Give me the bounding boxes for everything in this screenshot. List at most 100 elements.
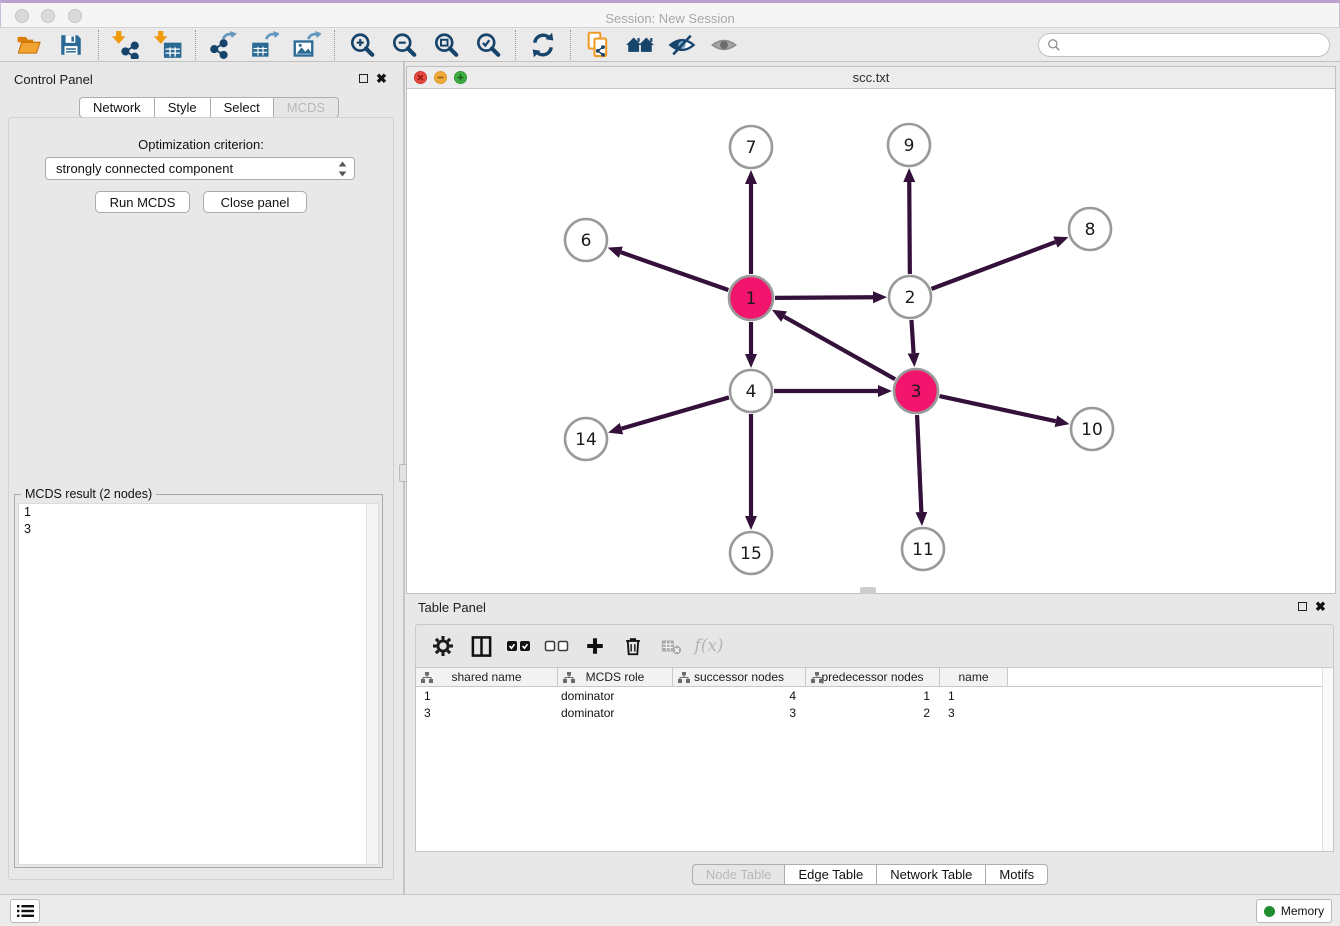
search-icon [1047,38,1061,52]
float-panel-icon[interactable] [359,74,368,83]
tree-icon [563,672,575,686]
table-toolbar: f(x) [415,624,1334,668]
column-header-predecessor-nodes[interactable]: predecessor nodes [806,668,940,686]
graph-edge-1-6[interactable] [621,252,728,290]
app-titlebar: Session: New Session [0,0,1340,28]
graph-edge-2-9[interactable] [909,182,910,274]
cell-predecessor-nodes: 2 [806,704,940,721]
graph-node-label-6: 6 [581,231,592,251]
table-row[interactable]: 3 dominator 3 2 3 [416,704,1333,721]
search-input[interactable] [1061,38,1311,52]
cell-mcds-role: dominator [558,704,673,721]
graph-node-label-14: 14 [575,430,597,450]
cell-name: 3 [940,704,1008,721]
close-table-panel-icon[interactable]: ✖ [1315,602,1326,611]
export-network-icon[interactable] [208,30,238,60]
tab-style[interactable]: Style [155,97,211,118]
graph-edge-1-2[interactable] [775,297,873,298]
status-bar: Memory [0,894,1340,926]
graph-node-label-2: 2 [905,288,916,308]
chevron-up-down-icon [338,161,347,180]
delete-column-icon[interactable] [619,632,647,660]
show-all-icon[interactable] [709,30,739,60]
mcds-result-group: MCDS result (2 nodes) 1 3 [14,494,383,868]
table-panel-window-buttons: ✖ [1298,602,1326,611]
tab-network[interactable]: Network [79,97,155,118]
close-panel-button[interactable]: Close panel [203,191,307,213]
add-column-icon[interactable] [581,632,609,660]
gear-icon[interactable] [429,632,457,660]
home-view-icon[interactable] [625,30,655,60]
tree-icon [421,672,433,686]
column-header-name[interactable]: name [940,668,1008,686]
network-graph: 7968124314101511 [407,89,1335,593]
network-canvas[interactable]: 7968124314101511 [407,89,1335,593]
cell-mcds-role: dominator [558,687,673,704]
float-table-panel-icon[interactable] [1298,602,1307,611]
criterion-dropdown-value: strongly connected component [56,161,233,176]
graph-edge-3-11[interactable] [917,415,921,512]
close-panel-icon[interactable]: ✖ [376,74,387,83]
graph-edge-2-8[interactable] [932,242,1056,289]
zoom-in-icon[interactable] [347,30,377,60]
tab-mcds[interactable]: MCDS [274,97,339,118]
delete-table-icon [657,632,685,660]
network-window-titlebar[interactable]: scc.txt [407,67,1335,89]
graph-edge-2-3[interactable] [911,320,913,353]
tab-motifs[interactable]: Motifs [986,864,1048,885]
hide-selected-icon[interactable] [667,30,697,60]
save-session-icon[interactable] [56,30,86,60]
import-table-icon[interactable] [153,30,183,60]
log-console-button[interactable] [10,899,40,923]
graph-node-label-15: 15 [740,544,762,564]
deselect-all-icon[interactable] [543,632,571,660]
export-image-icon[interactable] [292,30,322,60]
graph-edge-3-1[interactable] [784,317,895,380]
column-header-mcds-role[interactable]: MCDS role [558,668,673,686]
list-icon [17,904,34,918]
criterion-dropdown[interactable]: strongly connected component [45,157,355,180]
table-row[interactable]: 1 dominator 4 1 1 [416,687,1333,704]
mcds-result-textarea[interactable]: 1 3 [18,503,379,865]
run-mcds-button[interactable]: Run MCDS [95,191,190,213]
column-header-shared-name[interactable]: shared name [416,668,558,686]
select-all-icon[interactable] [505,632,533,660]
horizontal-divider-grip[interactable] [860,587,876,594]
table-scrollbar[interactable] [1322,668,1333,851]
graph-edge-4-14[interactable] [622,397,729,428]
tree-icon [811,672,823,686]
first-neighbors-icon[interactable] [583,30,613,60]
node-table: shared name MCDS role successor nodes pr… [415,668,1334,852]
refresh-icon[interactable] [528,30,558,60]
graph-edge-3-10[interactable] [939,396,1055,421]
column-header-successor-nodes[interactable]: successor nodes [673,668,806,686]
import-network-icon[interactable] [111,30,141,60]
open-session-icon[interactable] [14,30,44,60]
tab-select[interactable]: Select [211,97,274,118]
network-view-window: scc.txt 7968124314101511 [406,66,1336,594]
tab-network-table[interactable]: Network Table [877,864,986,885]
toolbar-separator [570,30,571,60]
columns-icon[interactable] [467,632,495,660]
window-title: Session: New Session [1,11,1339,26]
zoom-out-icon[interactable] [389,30,419,60]
search-field[interactable] [1038,33,1330,57]
graph-node-label-9: 9 [904,136,915,156]
memory-status-icon [1264,906,1275,917]
export-table-icon[interactable] [250,30,280,60]
graph-node-label-4: 4 [746,382,757,402]
toolbar-separator [334,30,335,60]
tab-edge-table[interactable]: Edge Table [785,864,877,885]
memory-label: Memory [1281,904,1324,918]
cell-successor-nodes: 4 [673,687,806,704]
result-scrollbar[interactable] [366,504,378,864]
zoom-fit-icon[interactable] [431,30,461,60]
tab-node-table[interactable]: Node Table [692,864,786,885]
tree-icon [678,672,690,686]
control-panel-tabs: Network Style Select MCDS [79,97,339,118]
graph-node-label-1: 1 [746,289,757,309]
zoom-selected-icon[interactable] [473,30,503,60]
cell-successor-nodes: 3 [673,704,806,721]
memory-button[interactable]: Memory [1256,899,1332,923]
control-panel-title: Control Panel [14,72,93,87]
